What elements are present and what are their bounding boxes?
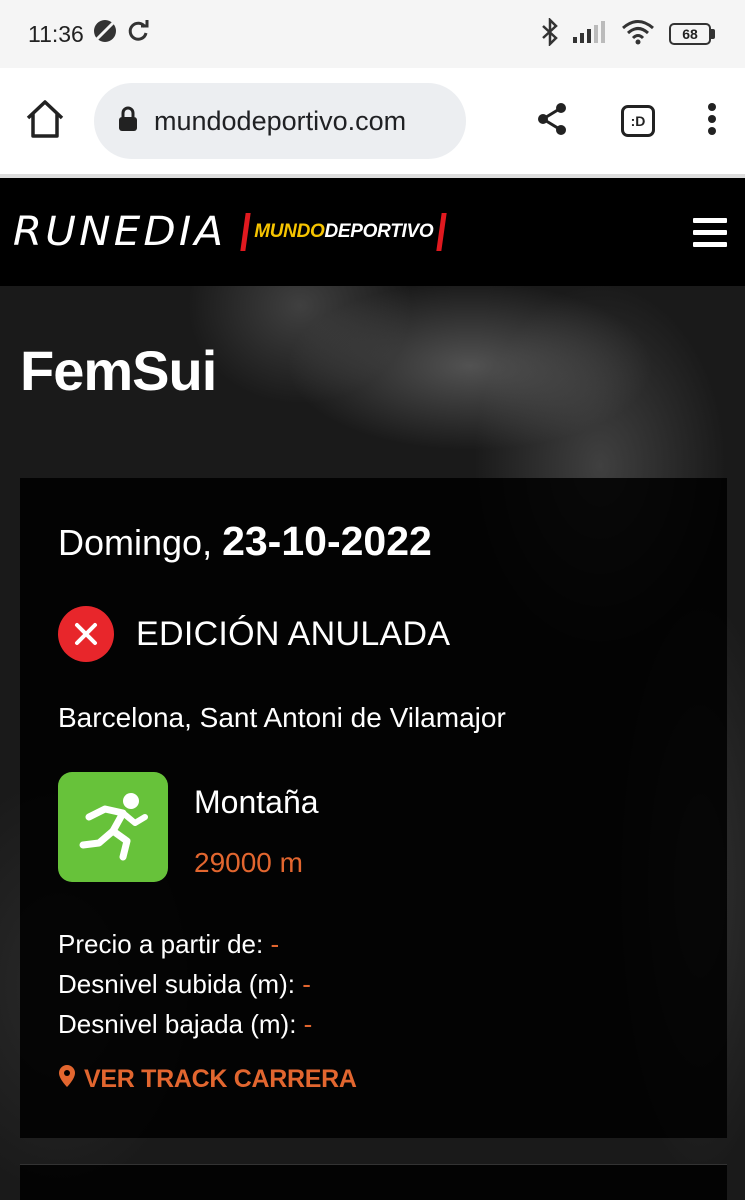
date-day-label: Domingo, [58,522,213,563]
event-card: Domingo, 23-10-2022 EDICIÓN ANULADA Barc… [20,478,727,1138]
menu-icon[interactable] [693,217,727,247]
next-card-preview [20,1164,727,1200]
signal-icon [573,20,607,48]
sport-type: Montaña [194,784,319,820]
sync-icon [126,19,150,49]
track-link-label: VER TRACK CARRERA [84,1065,357,1093]
bluetooth-icon [541,16,559,51]
price-row: Precio a partir de: - [58,929,280,959]
browser-toolbar: mundodeportivo.com :D [0,68,745,174]
running-icon [58,772,168,882]
status-text: EDICIÓN ANULADA [136,614,451,653]
battery-level: 68 [669,23,711,45]
tab-switcher-button[interactable]: :D [621,105,655,137]
dnd-icon [92,18,118,50]
ascent-row: Desnivel subida (m): - [58,969,311,999]
event-details: Precio a partir de: - Desnivel subida (m… [58,924,312,1044]
page-title: FemSui [20,339,217,402]
view-track-link[interactable]: VER TRACK CARRERA [58,1064,357,1095]
wifi-icon [621,19,655,50]
status-bar: 11:36 68 [0,0,745,68]
cancelled-icon [58,606,114,662]
site-header: RUNEDIA MUNDODEPORTIVO [0,174,745,286]
battery-icon: 68 [669,23,715,45]
sport-info: Montaña 29000 m [58,772,319,882]
url-bar[interactable]: mundodeportivo.com [94,83,466,159]
runedia-logo[interactable]: RUNEDIA [13,209,226,255]
event-date: Domingo, 23-10-2022 [58,518,432,565]
date-value: 23-10-2022 [222,518,432,564]
event-location: Barcelona, Sant Antoni de Vilamajor [58,702,506,733]
map-pin-icon [58,1064,76,1095]
share-icon[interactable] [535,101,569,142]
event-status: EDICIÓN ANULADA [58,606,450,662]
more-options-icon[interactable] [707,102,717,141]
url-text: mundodeportivo.com [154,105,407,136]
clock: 11:36 [28,20,84,47]
home-icon[interactable] [22,96,68,147]
mundodeportivo-logo[interactable]: MUNDODEPORTIVO [240,213,448,251]
descent-row: Desnivel bajada (m): - [58,1009,313,1039]
lock-icon [118,106,138,137]
sport-distance: 29000 m [194,847,303,878]
